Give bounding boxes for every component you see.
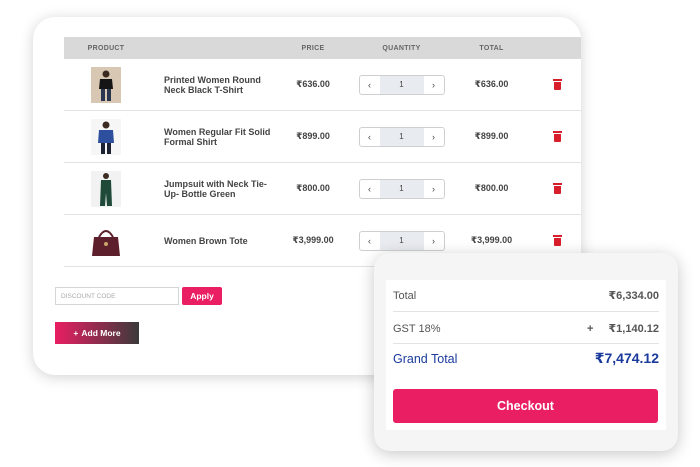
divider bbox=[393, 311, 659, 312]
order-summary-card: Total ₹6,334.00 GST 18% + ₹1,140.12 Gran… bbox=[374, 253, 678, 451]
row-total: ₹636.00 bbox=[474, 79, 509, 89]
grand-total-value: ₹7,474.12 bbox=[594, 350, 659, 366]
product-image-brown-tote[interactable] bbox=[88, 222, 124, 259]
product-price: ₹3,999.00 bbox=[292, 235, 334, 245]
row-total: ₹899.00 bbox=[474, 131, 509, 141]
decrease-button[interactable]: ‹ bbox=[360, 128, 380, 146]
table-row: Printed Women Round Neck Black T-Shirt ₹… bbox=[64, 59, 581, 111]
gst-value: ₹1,140.12 bbox=[608, 323, 659, 335]
quantity-stepper: ‹ 1 › bbox=[358, 230, 445, 251]
increase-button[interactable]: › bbox=[424, 128, 444, 146]
row-total: ₹3,999.00 bbox=[470, 235, 513, 245]
quantity-stepper: ‹ 1 › bbox=[358, 126, 445, 147]
table-row: Women Regular Fit Solid Formal Shirt ₹89… bbox=[64, 111, 581, 163]
product-price: ₹899.00 bbox=[296, 131, 330, 141]
divider bbox=[393, 343, 659, 344]
add-more-button[interactable]: + Add More bbox=[55, 322, 139, 344]
apply-button[interactable]: Apply bbox=[182, 287, 222, 305]
discount-section: Apply bbox=[55, 287, 222, 305]
product-price: ₹636.00 bbox=[296, 79, 330, 89]
quantity-value[interactable]: 1 bbox=[379, 75, 424, 94]
trash-icon[interactable] bbox=[552, 183, 562, 194]
total-value: ₹6,334.00 bbox=[608, 290, 659, 302]
gst-row: GST 18% + ₹1,140.12 bbox=[393, 322, 659, 336]
total-label: Total bbox=[393, 289, 417, 302]
cart-table: PRODUCT PRICE QUANTITY TOTAL Printed Wom… bbox=[64, 37, 581, 267]
decrease-button[interactable]: ‹ bbox=[360, 232, 380, 250]
increase-button[interactable]: › bbox=[424, 76, 444, 94]
product-image-blue-shirt[interactable] bbox=[91, 118, 121, 155]
total-row: Total ₹6,334.00 bbox=[393, 289, 659, 303]
gst-label: GST 18% bbox=[393, 322, 441, 335]
add-more-label: Add More bbox=[81, 328, 121, 338]
product-image-green-jumpsuit[interactable] bbox=[91, 170, 121, 207]
product-image-black-tshirt[interactable] bbox=[91, 66, 121, 103]
increase-button[interactable]: › bbox=[424, 232, 444, 250]
table-header: PRODUCT PRICE QUANTITY TOTAL bbox=[64, 37, 581, 59]
header-quantity: QUANTITY bbox=[382, 44, 421, 52]
quantity-value[interactable]: 1 bbox=[379, 231, 424, 250]
grand-total-row: Grand Total ₹7,474.12 bbox=[393, 350, 659, 367]
plus-icon: + bbox=[73, 328, 79, 338]
product-name[interactable]: Women Brown Tote bbox=[148, 236, 278, 246]
header-product: PRODUCT bbox=[87, 44, 125, 52]
order-summary: Total ₹6,334.00 GST 18% + ₹1,140.12 Gran… bbox=[386, 280, 666, 430]
grand-total-label: Grand Total bbox=[393, 351, 458, 366]
increase-button[interactable]: › bbox=[424, 180, 444, 198]
product-name[interactable]: Women Regular Fit Solid Formal Shirt bbox=[148, 127, 278, 147]
plus-sign: + bbox=[587, 322, 594, 335]
product-name[interactable]: Jumpsuit with Neck Tie-Up- Bottle Green bbox=[148, 179, 278, 199]
discount-code-input[interactable] bbox=[55, 287, 179, 305]
product-price: ₹800.00 bbox=[296, 183, 330, 193]
trash-icon[interactable] bbox=[552, 131, 562, 142]
quantity-stepper: ‹ 1 › bbox=[358, 74, 445, 95]
table-row: Jumpsuit with Neck Tie-Up- Bottle Green … bbox=[64, 163, 581, 215]
header-price: PRICE bbox=[301, 44, 325, 52]
quantity-value[interactable]: 1 bbox=[379, 179, 424, 198]
decrease-button[interactable]: ‹ bbox=[360, 76, 380, 94]
quantity-stepper: ‹ 1 › bbox=[358, 178, 445, 199]
trash-icon[interactable] bbox=[552, 235, 562, 246]
checkout-button[interactable]: Checkout bbox=[393, 389, 658, 423]
product-name[interactable]: Printed Women Round Neck Black T-Shirt bbox=[148, 75, 278, 95]
row-total: ₹800.00 bbox=[474, 183, 509, 193]
quantity-value[interactable]: 1 bbox=[379, 127, 424, 146]
decrease-button[interactable]: ‹ bbox=[360, 180, 380, 198]
trash-icon[interactable] bbox=[552, 79, 562, 90]
header-total: TOTAL bbox=[479, 44, 504, 52]
